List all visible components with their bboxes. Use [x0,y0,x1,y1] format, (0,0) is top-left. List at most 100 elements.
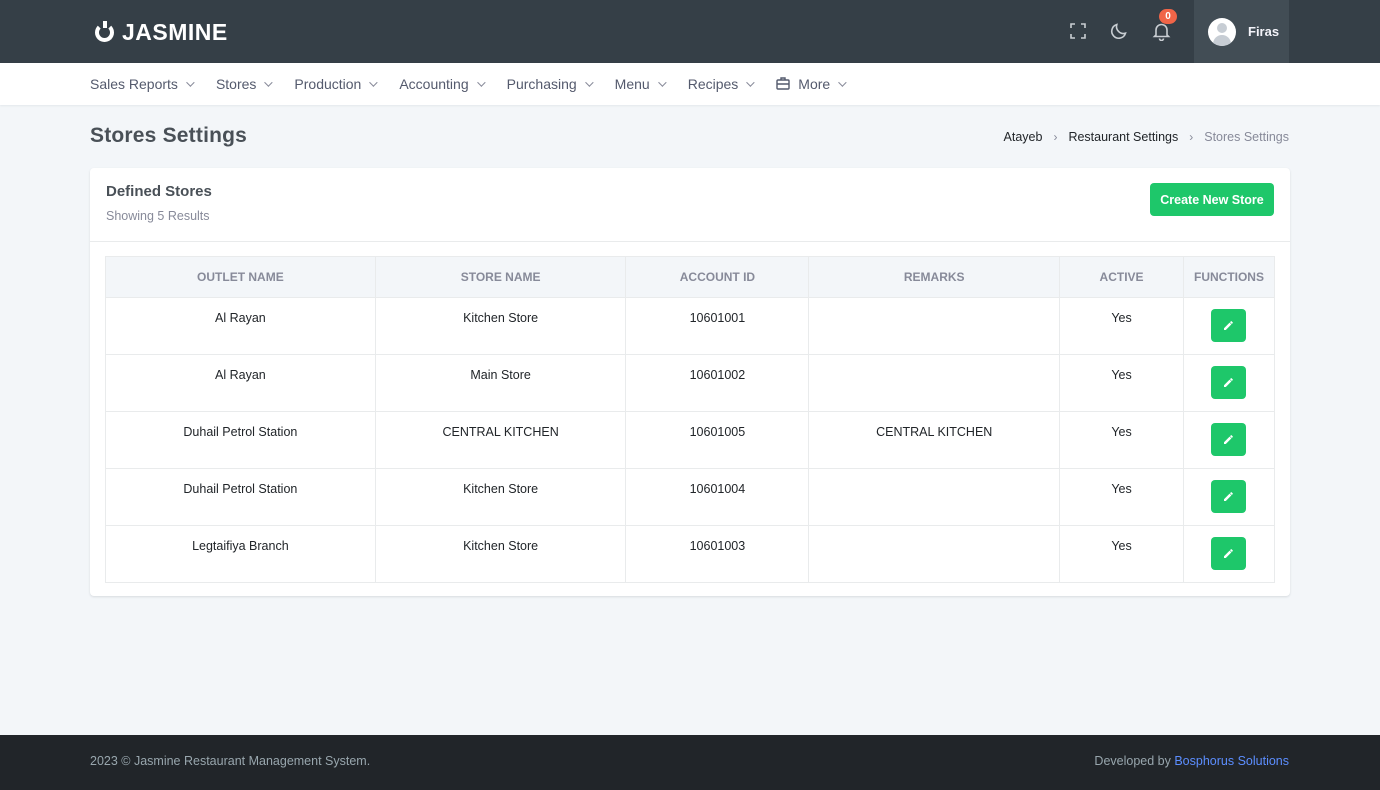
nav-label: Recipes [687,76,739,92]
account-id-cell: 10601004 [625,468,810,526]
nav-label: Production [294,76,362,92]
column-header[interactable]: ACCOUNT ID [625,256,810,298]
results-count: Showing 5 Results [106,209,210,223]
table-row: Al Rayan Main Store 10601002 Yes [105,354,1276,412]
notification-badge: 0 [1159,9,1177,24]
functions-cell [1182,525,1276,583]
active-cell: Yes [1059,297,1184,355]
developer-credit: Developed by Bosphorus Solutions [1094,754,1289,768]
copyright-text: 2023 © Jasmine Restaurant Management Sys… [90,754,371,768]
edit-button[interactable] [1211,537,1247,570]
nav-more[interactable]: More [776,76,847,93]
nav-label: More [798,76,831,92]
top-header: JASMINE 0 Firas [0,0,1380,63]
card-header: Defined Stores Showing 5 Results Create … [90,168,1290,242]
chevron-down-icon [369,78,379,87]
breadcrumb: Atayeb › Restaurant Settings › Stores Se… [1004,130,1289,144]
store-name-cell: Kitchen Store [374,468,627,526]
nav-accounting[interactable]: Accounting [399,76,486,92]
pencil-icon [1224,378,1234,387]
outlet-name-cell: Al Rayan [105,354,376,412]
nav-sales-reports[interactable]: Sales Reports [90,76,195,92]
pencil-icon [1224,549,1234,558]
account-id-cell: 10601003 [625,525,810,583]
chevron-down-icon [657,78,667,87]
chevron-down-icon [186,78,195,87]
active-cell: Yes [1059,468,1184,526]
account-id-cell: 10601002 [625,354,810,412]
functions-cell [1182,297,1276,355]
developed-by-label: Developed by [1094,754,1175,768]
account-id-cell: 10601005 [625,411,810,469]
user-avatar-icon [1208,17,1236,46]
moon-icon[interactable] [1108,20,1130,42]
edit-button[interactable] [1211,480,1247,513]
functions-cell [1182,411,1276,469]
chevron-right-icon: › [1189,130,1194,144]
footer: 2023 © Jasmine Restaurant Management Sys… [0,735,1380,790]
active-cell: Yes [1059,354,1184,412]
logo-icon [95,21,114,42]
table-row: Duhail Petrol Station CENTRAL KITCHEN 10… [105,411,1276,469]
chevron-down-icon [746,78,755,87]
remarks-cell [808,468,1061,526]
pencil-icon [1224,321,1234,330]
nav-label: Sales Reports [90,76,178,92]
card-title: Defined Stores [106,183,212,200]
active-cell: Yes [1059,525,1184,583]
nav-stores[interactable]: Stores [215,76,274,92]
functions-cell [1182,468,1276,526]
brand-logo[interactable]: JASMINE [95,19,228,46]
store-name-cell: Kitchen Store [374,525,627,583]
column-header[interactable]: REMARKS [808,256,1061,298]
edit-button[interactable] [1211,366,1247,399]
nav-purchasing[interactable]: Purchasing [506,76,594,92]
table-row: Legtaifiya Branch Kitchen Store 10601003… [105,525,1276,583]
nav-label: Stores [215,76,257,92]
pencil-icon [1224,435,1234,444]
edit-button[interactable] [1211,423,1247,456]
active-cell: Yes [1059,411,1184,469]
remarks-cell [808,354,1061,412]
briefcase-icon [776,76,790,93]
column-header[interactable]: ACTIVE [1059,256,1184,298]
nav-label: Menu [614,76,650,92]
table-row: Al Rayan Kitchen Store 10601001 Yes [105,297,1276,355]
nav-recipes[interactable]: Recipes [687,76,755,92]
remarks-cell: CENTRAL KITCHEN [808,411,1061,469]
pencil-icon [1224,492,1234,501]
chevron-down-icon [838,78,847,87]
developer-link[interactable]: Bosphorus Solutions [1174,754,1289,768]
column-header: FUNCTIONS [1182,256,1276,298]
breadcrumb-item[interactable]: Atayeb [1004,130,1043,144]
table-header-row: OUTLET NAME STORE NAME ACCOUNT ID REMARK… [105,256,1276,298]
edit-button[interactable] [1211,309,1247,342]
functions-cell [1182,354,1276,412]
remarks-cell [808,297,1061,355]
outlet-name-cell: Duhail Petrol Station [105,411,376,469]
outlet-name-cell: Legtaifiya Branch [105,525,376,583]
remarks-cell [808,525,1061,583]
create-new-store-button[interactable]: Create New Store [1150,183,1274,216]
column-header[interactable]: OUTLET NAME [105,256,376,298]
column-header[interactable]: STORE NAME [374,256,627,298]
stores-table: OUTLET NAME STORE NAME ACCOUNT ID REMARK… [105,256,1276,583]
breadcrumb-current: Stores Settings [1204,130,1289,144]
brand-name: JASMINE [122,19,228,45]
user-menu[interactable]: Firas [1194,0,1289,63]
nav-label: Accounting [399,76,469,92]
chevron-down-icon [476,78,486,87]
breadcrumb-item[interactable]: Restaurant Settings [1068,130,1178,144]
nav-menu[interactable]: Menu [614,76,667,92]
outlet-name-cell: Al Rayan [105,297,376,355]
chevron-down-icon [584,78,594,87]
nav-production[interactable]: Production [294,76,379,92]
fullscreen-icon[interactable] [1067,20,1089,42]
main-nav: Sales Reports Stores Production Accounti… [0,63,1380,105]
outlet-name-cell: Duhail Petrol Station [105,468,376,526]
page-title: Stores Settings [90,124,248,147]
table-row: Duhail Petrol Station Kitchen Store 1060… [105,468,1276,526]
nav-label: Purchasing [506,76,577,92]
chevron-right-icon: › [1053,130,1058,144]
account-id-cell: 10601001 [625,297,810,355]
